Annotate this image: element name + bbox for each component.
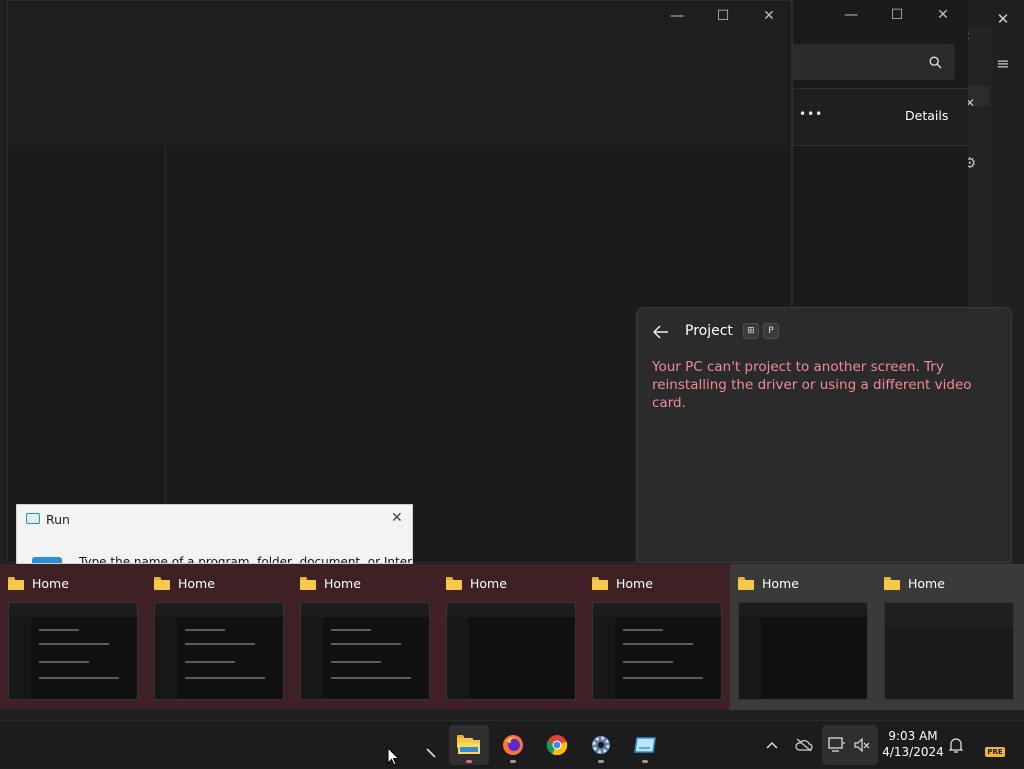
run-dialog: Run ✕ Type the name of a program, folder… (16, 504, 413, 564)
bell-icon (949, 738, 963, 753)
thumbnail-title: Home (762, 575, 799, 591)
thumbnail-window[interactable]: Home (730, 564, 876, 710)
close-button[interactable]: ✕ (391, 510, 403, 526)
volume-muted-icon (854, 738, 870, 752)
thumbnail-title: Home (470, 575, 507, 591)
thumbnail-title: Home (616, 575, 653, 591)
thumbnail-window[interactable]: Home (876, 564, 1022, 710)
thumbnail-window[interactable]: Home (146, 564, 292, 710)
thumbnail-title: Home (32, 575, 69, 591)
minimize-button[interactable]: — (828, 0, 874, 30)
search-icon (929, 56, 942, 69)
folder-icon (300, 576, 316, 590)
clock-button[interactable]: 9:03 AM 4/13/2024 (880, 728, 946, 760)
window-preview (300, 602, 430, 700)
sidebar-divider (165, 146, 166, 564)
taskbar-file-explorer[interactable] (449, 725, 489, 765)
taskbar-thumbnails: Home Home Home Home Home Home Home (0, 564, 1024, 710)
taskbar-run[interactable] (625, 725, 665, 765)
error-message: Your PC can't project to another screen.… (652, 359, 972, 411)
search-input[interactable] (793, 44, 955, 80)
taskbar-settings[interactable] (581, 725, 621, 765)
network-icon (828, 737, 845, 752)
shortcut-key: P (762, 323, 779, 339)
folder-icon (592, 576, 608, 590)
onedrive-button[interactable] (792, 721, 816, 769)
thumbnail-title: Home (908, 575, 945, 591)
notifications-button[interactable] (946, 721, 966, 769)
flyout-header: Project ⊞ P (685, 323, 779, 339)
thumbnail-title: Home (324, 575, 361, 591)
windows-key-icon: ⊞ (742, 323, 759, 339)
mouse-cursor-icon (387, 747, 400, 766)
window-preview (8, 602, 138, 700)
running-indicator (598, 760, 604, 763)
chevron-up-icon (766, 741, 778, 749)
thumbnail-window[interactable]: Home (0, 564, 146, 710)
window-preview (592, 602, 722, 700)
folder-icon (884, 576, 900, 590)
folder-icon (446, 576, 462, 590)
show-hidden-icons-button[interactable] (760, 721, 784, 769)
thumbnail-window[interactable]: Home (584, 564, 730, 710)
window-preview (884, 602, 1014, 700)
folder-icon (8, 576, 24, 590)
clock-date: 4/13/2024 (882, 745, 944, 759)
background-window-far: ✕ ≡ ✕ ✕ ⚙ (960, 0, 1024, 306)
window-preview (738, 602, 868, 700)
file-explorer-window-back: — ☐ ✕ ••• Details (792, 0, 968, 306)
thumbnail-window[interactable]: Home (292, 564, 438, 710)
taskbar: 9:03 AM 4/13/2024 PRE (0, 720, 1024, 768)
close-button[interactable]: ✕ (746, 1, 792, 31)
clock-time: 9:03 AM (888, 729, 938, 743)
run-large-icon (32, 557, 62, 563)
minimize-button[interactable]: — (654, 1, 700, 31)
project-flyout: Project ⊞ P Your PC can't project to ano… (636, 307, 1012, 563)
back-arrow-icon[interactable] (653, 325, 669, 339)
details-button[interactable]: Details (905, 108, 948, 123)
command-bar: ••• Details (793, 88, 968, 146)
running-indicator (510, 760, 516, 763)
run-icon (26, 513, 40, 524)
quick-settings-button[interactable] (822, 725, 878, 765)
run-icon (634, 737, 656, 753)
taskbar-chrome[interactable] (537, 725, 577, 765)
folder-icon (154, 576, 170, 590)
thumbnail-title: Home (178, 575, 215, 591)
chrome-icon (546, 735, 568, 756)
settings-gear-icon (592, 736, 610, 754)
more-options-button[interactable]: ••• (799, 107, 823, 121)
file-explorer-icon (458, 738, 480, 754)
window-preview (446, 602, 576, 700)
running-indicator (466, 760, 472, 763)
close-button[interactable]: ✕ (920, 0, 966, 30)
window-controls: — ☐ ✕ (654, 1, 792, 31)
window-controls: — ☐ ✕ (828, 0, 966, 30)
maximize-button[interactable]: ☐ (874, 0, 920, 30)
pen-icon (426, 748, 436, 758)
maximize-button[interactable]: ☐ (700, 1, 746, 31)
run-prompt: Type the name of a program, folder, docu… (79, 555, 413, 564)
window-preview (154, 602, 284, 700)
folder-icon (738, 576, 754, 590)
firefox-icon (503, 735, 523, 755)
taskbar-firefox[interactable] (493, 725, 533, 765)
dialog-title: Run (46, 512, 70, 527)
thumbnail-window[interactable]: Home (438, 564, 584, 710)
cloud-offline-icon (795, 738, 813, 752)
flyout-title: Project (685, 323, 733, 339)
running-indicator (642, 760, 648, 763)
preview-badge: PRE (985, 747, 1005, 757)
